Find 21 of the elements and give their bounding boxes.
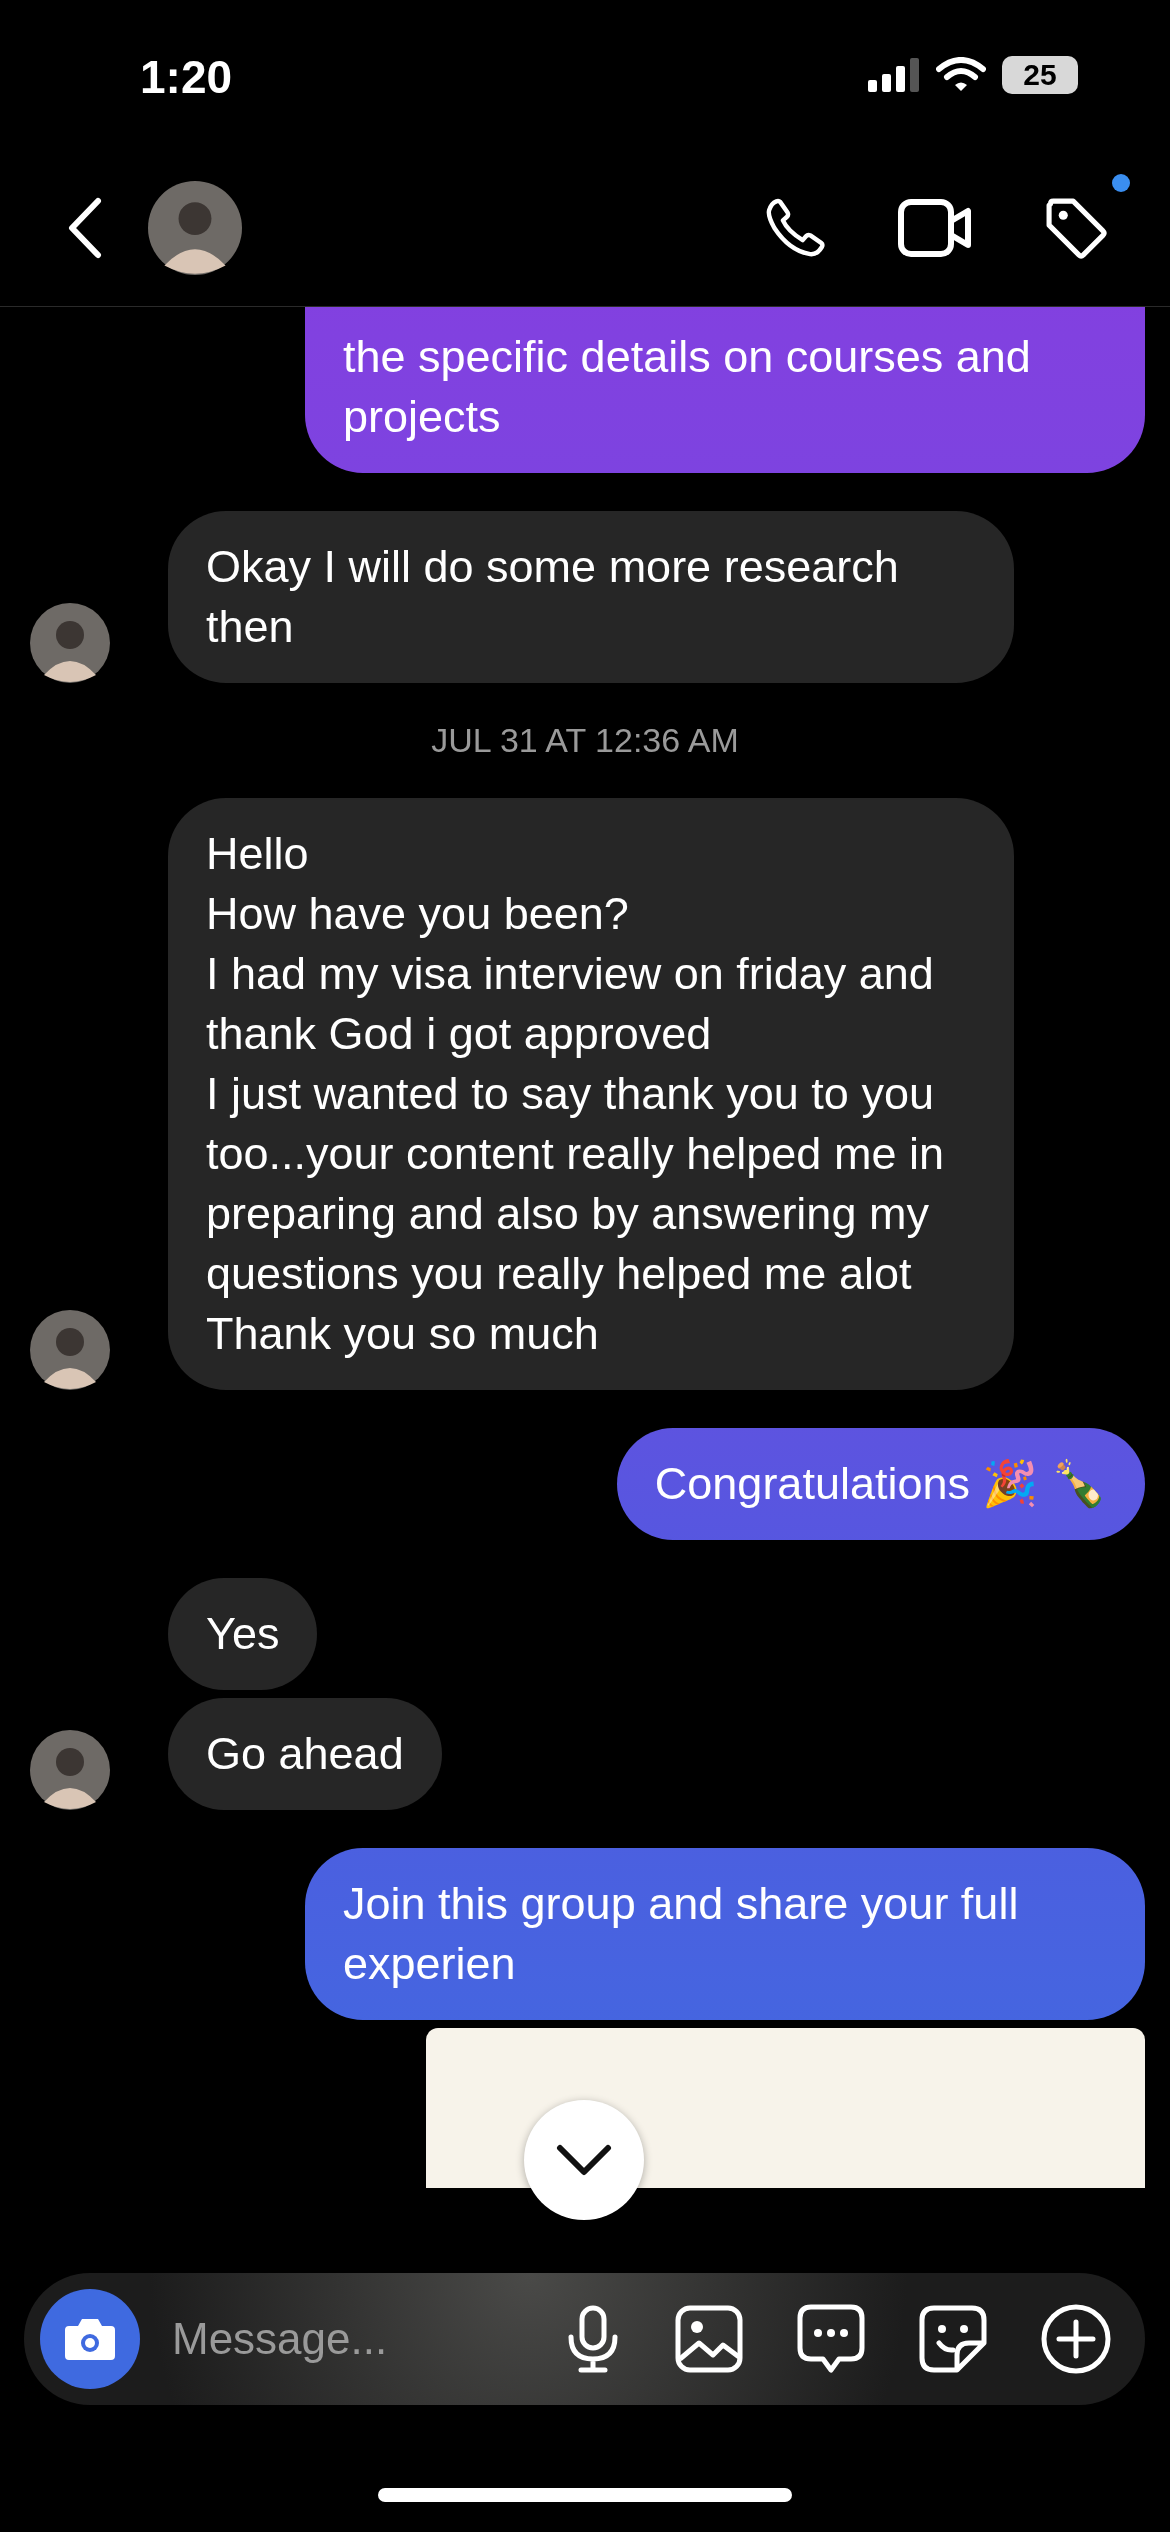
chevron-down-icon [556, 2144, 612, 2176]
message-bubble: Congratulations 🎉 🍾 [616, 1428, 1145, 1540]
message-bubble: Join this group and share your full experien [305, 1848, 1145, 2020]
status-time: 1:20 [140, 50, 234, 104]
message-bubble: Go ahead [168, 1698, 442, 1810]
timestamp: JUL 31 AT 12:36 AM [431, 721, 739, 760]
wifi-icon [936, 57, 986, 93]
video-icon[interactable] [898, 197, 972, 259]
message-input[interactable]: Message... [170, 2313, 565, 2365]
message-bubble: the specific details on courses and projects [305, 307, 1145, 473]
battery-level: 25 [1002, 56, 1078, 94]
back-icon[interactable] [68, 197, 102, 259]
message-bubble: Yes [168, 1578, 318, 1690]
sticker-icon[interactable] [919, 2305, 987, 2373]
message-bubble: Hello How have you been? I had my visa interview on friday and thank God i got approved I just wanted to say thank you to you too...your content really helped me in preparing and also by answering my questions you really helped me alot Thank you so much [168, 798, 1014, 1390]
chat-icon[interactable] [797, 2304, 865, 2374]
message-bubble: Okay I will do some more research then [168, 511, 1014, 683]
add-icon[interactable] [1041, 2304, 1111, 2374]
image-icon[interactable] [675, 2305, 743, 2373]
camera-icon [63, 2316, 117, 2362]
signal-icon [868, 58, 920, 92]
